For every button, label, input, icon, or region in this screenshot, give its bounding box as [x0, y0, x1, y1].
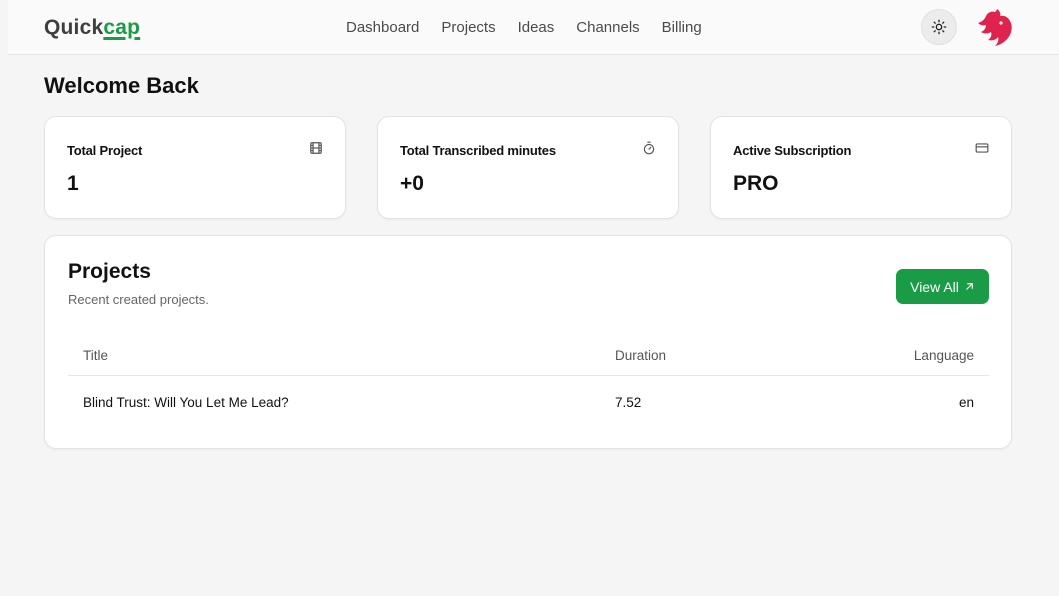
timer-icon: [643, 141, 655, 155]
main-nav: Dashboard Projects Ideas Channels Billin…: [346, 19, 702, 36]
stat-value: +0: [400, 172, 424, 195]
table-header: Title Duration Language: [68, 332, 989, 376]
cell-title: Blind Trust: Will You Let Me Lead?: [83, 395, 289, 410]
credit-card-icon: [975, 143, 989, 153]
stat-card-total-project: Total Project 1: [44, 116, 346, 219]
page-title: Welcome Back: [44, 73, 199, 98]
nav-projects[interactable]: Projects: [441, 19, 495, 36]
projects-subtitle: Recent created projects.: [68, 292, 209, 307]
column-header-title[interactable]: Title: [83, 348, 108, 363]
stat-card-transcribed-minutes: Total Transcribed minutes +0: [377, 116, 679, 219]
stat-title: Active Subscription: [733, 143, 852, 158]
view-all-label: View All: [910, 278, 959, 295]
nav-ideas[interactable]: Ideas: [518, 19, 555, 36]
nav-billing[interactable]: Billing: [662, 19, 702, 36]
film-icon: [310, 142, 322, 154]
user-avatar[interactable]: [974, 6, 1014, 48]
projects-title: Projects: [68, 260, 151, 283]
nestjs-logo-icon: [978, 9, 1012, 46]
cell-duration: 7.52: [615, 395, 642, 410]
column-header-duration[interactable]: Duration: [615, 348, 666, 363]
stat-value: PRO: [733, 172, 779, 195]
logo-text-accent: cap: [103, 16, 141, 39]
theme-toggle-button[interactable]: [921, 9, 957, 45]
table-row[interactable]: Blind Trust: Will You Let Me Lead? 7.52 …: [68, 376, 989, 428]
arrow-up-right-icon: [966, 283, 973, 290]
stat-title: Total Transcribed minutes: [400, 143, 556, 158]
projects-table: Title Duration Language Blind Trust: Wil…: [68, 332, 989, 428]
nav-channels[interactable]: Channels: [576, 19, 639, 36]
cell-language: en: [958, 395, 974, 410]
logo-text-main: Quick: [44, 16, 104, 39]
nav-dashboard[interactable]: Dashboard: [346, 19, 419, 36]
stat-card-active-subscription: Active Subscription PRO: [710, 116, 1012, 219]
view-all-button[interactable]: View All: [896, 269, 989, 304]
app-logo[interactable]: Quickcap: [44, 16, 140, 40]
stat-title: Total Project: [67, 143, 143, 158]
sun-icon: [931, 19, 947, 35]
stat-value: 1: [67, 172, 79, 195]
top-header: Quickcap Dashboard Projects Ideas Channe…: [8, 0, 1059, 55]
projects-card: Projects Recent created projects. View A…: [44, 235, 1012, 449]
column-header-language[interactable]: Language: [914, 348, 974, 363]
